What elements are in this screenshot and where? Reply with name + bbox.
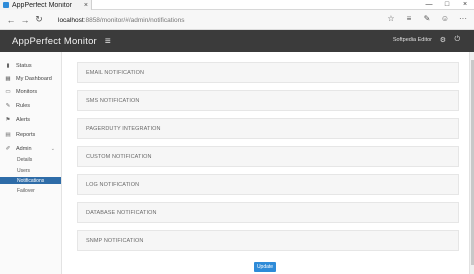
app-header: AppPerfect Monitor ≡ Softpedia Editor ⚙ …: [0, 30, 474, 52]
back-icon[interactable]: ←: [4, 15, 18, 25]
notification-panel-snmp[interactable]: SNMP NOTIFICATION: [77, 230, 459, 251]
panel-title: DATABASE NOTIFICATION: [86, 210, 157, 216]
notification-panel-log[interactable]: LOG NOTIFICATION: [77, 174, 459, 195]
hub-icon[interactable]: ≡: [404, 14, 414, 23]
sidebar-item-label: Alerts: [16, 116, 31, 123]
notification-panel-email[interactable]: EMAIL NOTIFICATION: [77, 62, 459, 83]
sidebar-item-label: Monitors: [16, 88, 38, 95]
update-button[interactable]: Update: [254, 262, 276, 272]
sidebar-item-label: My Dashboard: [16, 75, 52, 82]
reports-icon: ▤: [5, 131, 11, 138]
share-icon[interactable]: ☺: [440, 14, 450, 23]
minimize-icon[interactable]: —: [420, 0, 438, 10]
sidebar-item-alerts[interactable]: ⚑ Alerts: [0, 115, 61, 124]
app-favicon-icon: [3, 2, 9, 8]
rules-icon: ✎: [5, 102, 11, 109]
url-field[interactable]: localhost:8858/monitor/#/admin/notificat…: [58, 14, 308, 26]
sidebar-item-label: Admin: [16, 145, 32, 152]
sidebar-item-rules[interactable]: ✎ Rules: [0, 101, 61, 110]
app-title: AppPerfect Monitor: [12, 35, 97, 47]
tab-close-icon[interactable]: ×: [84, 2, 88, 9]
panel-title: SNMP NOTIFICATION: [86, 238, 144, 244]
url-host: localhost: [58, 16, 84, 24]
sidebar-subitem-label: Failover: [17, 187, 35, 194]
window-controls: — □ ×: [420, 0, 474, 10]
browser-tab[interactable]: AppPerfect Monitor ×: [0, 0, 92, 10]
panel-title: CUSTOM NOTIFICATION: [86, 154, 152, 160]
more-icon[interactable]: ···: [458, 14, 468, 23]
close-window-icon[interactable]: ×: [456, 0, 474, 10]
maximize-icon[interactable]: □: [438, 0, 456, 10]
url-path: :8858/monitor/#/admin/notifications: [83, 16, 185, 24]
alert-icon: ⚑: [5, 116, 11, 123]
panel-title: SMS NOTIFICATION: [86, 98, 140, 104]
panel-title: LOG NOTIFICATION: [86, 182, 140, 188]
web-note-icon[interactable]: ✎: [422, 14, 432, 23]
sidebar-item-admin[interactable]: ✐ Admin ⌄: [0, 144, 61, 153]
monitor-icon: ▭: [5, 88, 11, 95]
sidebar-item-monitors[interactable]: ▭ Monitors: [0, 87, 61, 96]
tab-title: AppPerfect Monitor: [12, 1, 72, 9]
notification-panel-custom[interactable]: CUSTOM NOTIFICATION: [77, 146, 459, 167]
sidebar-subitem-details[interactable]: Details: [0, 156, 61, 163]
menu-icon[interactable]: ≡: [105, 36, 111, 47]
sidebar-item-label: Status: [16, 62, 32, 69]
sidebar-item-reports[interactable]: ▤ Reports: [0, 130, 61, 139]
chevron-down-icon[interactable]: ⌄: [51, 146, 55, 152]
address-bar: ← → ↻ localhost:8858/monitor/#/admin/not…: [0, 10, 474, 30]
admin-icon: ✐: [5, 145, 11, 152]
dashboard-icon: ▦: [5, 75, 11, 82]
browser-titlebar: AppPerfect Monitor × — □ ×: [0, 0, 474, 10]
logout-icon[interactable]: ⏻: [454, 36, 460, 44]
sidebar-subitem-users[interactable]: Users: [0, 167, 61, 174]
sidebar-subitem-failover[interactable]: Failover: [0, 187, 61, 194]
sidebar-item-label: Reports: [16, 131, 36, 138]
browser-toolbar: ☆ ≡ ✎ ☺ ···: [386, 14, 468, 23]
sidebar-subitem-label: Details: [17, 156, 33, 163]
sidebar-subitem-label: Notifications: [17, 177, 45, 184]
notification-panel-pagerduty[interactable]: PAGERDUTY INTEGRATION: [77, 118, 459, 139]
status-icon: ▮: [6, 62, 10, 69]
main-content: EMAIL NOTIFICATION SMS NOTIFICATION PAGE…: [62, 52, 474, 274]
notification-panel-sms[interactable]: SMS NOTIFICATION: [77, 90, 459, 111]
sidebar-subitem-label: Users: [17, 167, 31, 174]
forward-icon[interactable]: →: [18, 15, 32, 25]
panel-title: EMAIL NOTIFICATION: [86, 70, 145, 76]
page-scrollbar[interactable]: [469, 52, 474, 274]
sidebar-subitem-notifications[interactable]: Notifications: [0, 177, 61, 184]
sidebar: ▮ Status ▦ My Dashboard ▭ Monitors ✎ Rul…: [0, 52, 62, 274]
user-settings-icon[interactable]: ⚙: [440, 36, 446, 44]
favorite-star-icon[interactable]: ☆: [386, 14, 396, 23]
sidebar-item-status[interactable]: ▮ Status: [0, 61, 61, 70]
notification-panel-database[interactable]: DATABASE NOTIFICATION: [77, 202, 459, 223]
panel-title: PAGERDUTY INTEGRATION: [86, 126, 161, 132]
sidebar-item-label: Rules: [16, 102, 31, 109]
sidebar-item-my-dashboard[interactable]: ▦ My Dashboard: [0, 74, 61, 83]
refresh-icon[interactable]: ↻: [32, 14, 46, 25]
user-name[interactable]: Softpedia Editor: [393, 37, 432, 43]
